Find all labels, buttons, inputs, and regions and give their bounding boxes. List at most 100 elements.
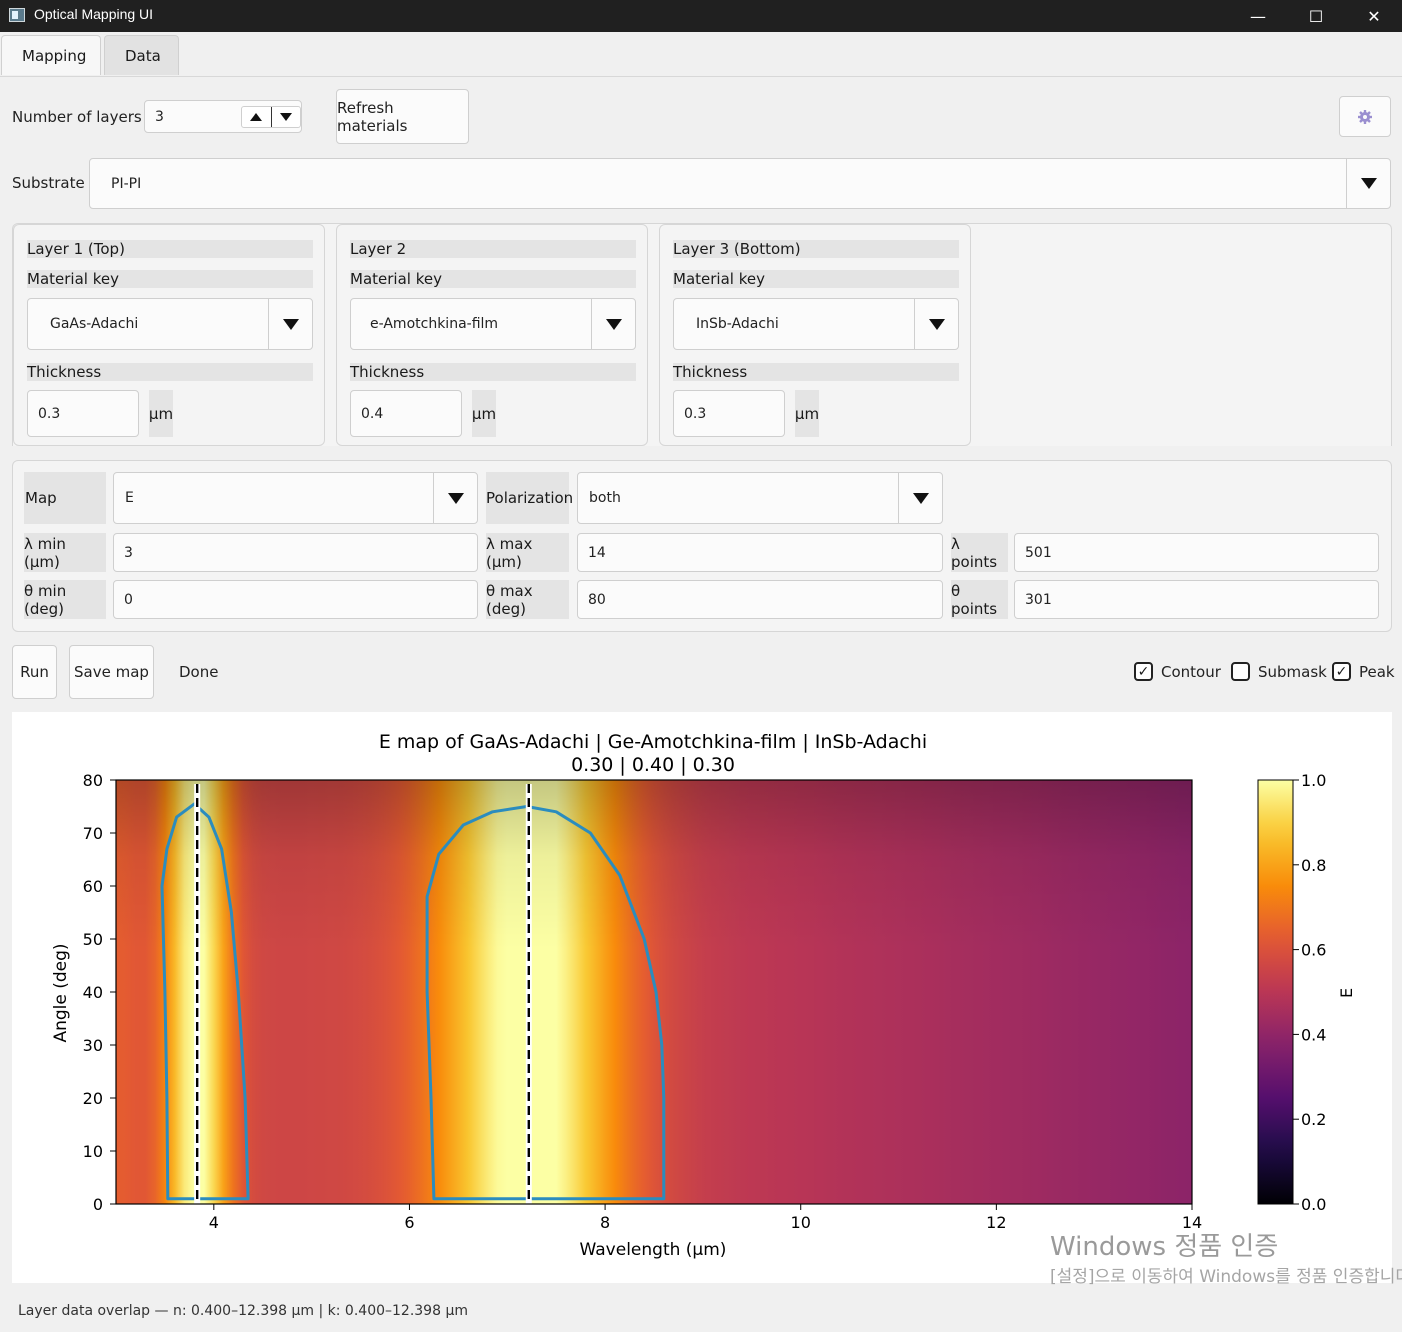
layer-3-thickness-value: 0.3 <box>684 405 707 422</box>
contour-label: Contour <box>1161 663 1221 681</box>
layer-1-thickness-input[interactable]: 0.3 <box>27 390 139 437</box>
substrate-select[interactable]: PI-PI <box>89 158 1391 209</box>
y-tick-label: 50 <box>83 930 103 949</box>
lambda-max-input[interactable]: 14 <box>577 533 943 572</box>
polarization-select[interactable]: both <box>577 472 943 524</box>
spin-down-icon[interactable] <box>272 107 301 127</box>
activation-watermark-title: Windows 정품 인증 <box>1050 1232 1279 1262</box>
minimize-button[interactable]: — <box>1229 0 1287 32</box>
theta-max-input[interactable]: 80 <box>577 580 943 619</box>
layer-3-title: Layer 3 (Bottom) <box>673 240 959 258</box>
theta-points-label: θ points <box>951 580 1008 619</box>
layer-1-unit-label: µm <box>149 390 173 437</box>
check-icon: ✓ <box>1137 663 1150 680</box>
y-tick-label: 0 <box>93 1195 103 1214</box>
lambda-max-value: 14 <box>588 544 606 561</box>
layer-2-thickness-value: 0.4 <box>361 405 384 422</box>
spin-up-icon[interactable] <box>242 107 272 127</box>
tab-mapping[interactable]: Mapping <box>1 35 101 75</box>
maximize-button[interactable]: ☐ <box>1287 0 1345 32</box>
lambda-points-input[interactable]: 501 <box>1014 533 1379 572</box>
map-value: E <box>125 490 134 506</box>
contour-checkbox[interactable]: ✓ <box>1134 662 1153 681</box>
tab-strip <box>0 33 1402 77</box>
chevron-down-icon <box>914 299 958 349</box>
app-icon <box>9 8 25 22</box>
layer-1-thickness-label: Thickness <box>27 363 313 381</box>
layer-3-thickness-label: Thickness <box>673 363 959 381</box>
layer-2-thickness-input[interactable]: 0.4 <box>350 390 462 437</box>
theta-min-label: θ min (deg) <box>24 580 106 619</box>
lambda-points-value: 501 <box>1025 544 1052 561</box>
theta-points-input[interactable]: 301 <box>1014 580 1379 619</box>
layer-1-panel: Layer 1 (Top) Material key GaAs-Adachi T… <box>13 224 325 446</box>
theta-min-input[interactable]: 0 <box>113 580 478 619</box>
map-select[interactable]: E <box>113 472 478 524</box>
chevron-down-icon <box>898 473 942 523</box>
layer-2-material-select[interactable]: e-Amotchkina-film <box>350 298 636 350</box>
x-tick-label: 12 <box>986 1213 1006 1232</box>
settings-button[interactable] <box>1339 96 1391 137</box>
layer-1-material-value: GaAs-Adachi <box>50 316 139 332</box>
y-tick-label: 40 <box>83 983 103 1002</box>
lambda-max-label: λ max (µm) <box>486 533 569 572</box>
run-status: Done <box>179 663 219 681</box>
lambda-min-label: λ min (µm) <box>24 533 106 572</box>
colorbar <box>1257 779 1294 1205</box>
layer-2-thickness-label: Thickness <box>350 363 636 381</box>
window-title: Optical Mapping UI <box>34 6 154 22</box>
colorbar-tick-label: 0.6 <box>1301 941 1326 960</box>
activation-watermark-text: [설정]으로 이동하여 Windows를 정품 인증합니다. <box>1050 1267 1402 1287</box>
theta-points-value: 301 <box>1025 591 1052 608</box>
chart-subtitle: 0.30 | 0.40 | 0.30 <box>571 754 735 776</box>
x-axis-label: Wavelength (µm) <box>580 1240 727 1260</box>
check-icon: ✓ <box>1335 663 1348 680</box>
run-button[interactable]: Run <box>12 645 57 699</box>
theta-min-value: 0 <box>124 591 133 608</box>
y-tick-label: 10 <box>83 1142 103 1161</box>
spin-buttons <box>241 106 301 128</box>
chevron-down-icon <box>591 299 635 349</box>
layer-2-unit-label: µm <box>472 390 496 437</box>
layer-2-material-value: e-Amotchkina-film <box>370 316 499 332</box>
polarization-label: Polarization <box>486 472 573 524</box>
layer-2-panel: Layer 2 Material key e-Amotchkina-film T… <box>336 224 648 446</box>
colorbar-tick-label: 0.2 <box>1301 1110 1326 1129</box>
save-map-button[interactable]: Save map <box>69 645 154 699</box>
substrate-value: PI-PI <box>111 175 142 192</box>
gear-icon <box>1358 109 1372 124</box>
y-tick-label: 20 <box>83 1089 103 1108</box>
map-label: Map <box>24 472 106 524</box>
x-tick-label: 4 <box>209 1213 219 1232</box>
lambda-points-label: λ points <box>951 533 1008 572</box>
chevron-down-icon <box>268 299 312 349</box>
peak-checkbox[interactable]: ✓ <box>1332 662 1351 681</box>
layer-1-material-label: Material key <box>27 270 313 288</box>
layer-3-panel: Layer 3 (Bottom) Material key InSb-Adach… <box>659 224 971 446</box>
x-tick-label: 6 <box>404 1213 414 1232</box>
peak-label: Peak <box>1359 663 1395 681</box>
layer-3-material-select[interactable]: InSb-Adachi <box>673 298 959 350</box>
refresh-materials-button[interactable]: Refresh materials <box>336 89 469 144</box>
colorbar-ticks: 0.0 0.2 0.4 0.6 0.8 1.0 <box>1293 771 1326 1214</box>
layer-3-unit-label: µm <box>795 390 819 437</box>
y-tick-label: 80 <box>83 771 103 790</box>
substrate-label: Substrate <box>12 174 85 192</box>
y-axis-ticks: 0 10 20 30 40 50 60 70 80 <box>83 771 116 1214</box>
num-layers-spinbox[interactable]: 3 <box>144 100 302 133</box>
lambda-min-input[interactable]: 3 <box>113 533 478 572</box>
heatmap-angle-shading <box>116 780 1192 1204</box>
x-tick-label: 8 <box>600 1213 610 1232</box>
layer-1-material-select[interactable]: GaAs-Adachi <box>27 298 313 350</box>
y-axis-label: Angle (deg) <box>51 943 71 1042</box>
plot-canvas[interactable]: E map of GaAs-Adachi | Ge-Amotchkina-fil… <box>12 712 1392 1283</box>
close-button[interactable]: ✕ <box>1345 0 1402 32</box>
layer-3-thickness-input[interactable]: 0.3 <box>673 390 785 437</box>
colorbar-label: E <box>1337 988 1356 998</box>
colorbar-tick-label: 0.4 <box>1301 1025 1326 1044</box>
y-tick-label: 70 <box>83 824 103 843</box>
heatmap-chart: E map of GaAs-Adachi | Ge-Amotchkina-fil… <box>51 731 1356 1260</box>
tab-data[interactable]: Data <box>104 35 179 75</box>
submask-checkbox[interactable] <box>1231 662 1250 681</box>
layer-1-thickness-value: 0.3 <box>38 405 61 422</box>
